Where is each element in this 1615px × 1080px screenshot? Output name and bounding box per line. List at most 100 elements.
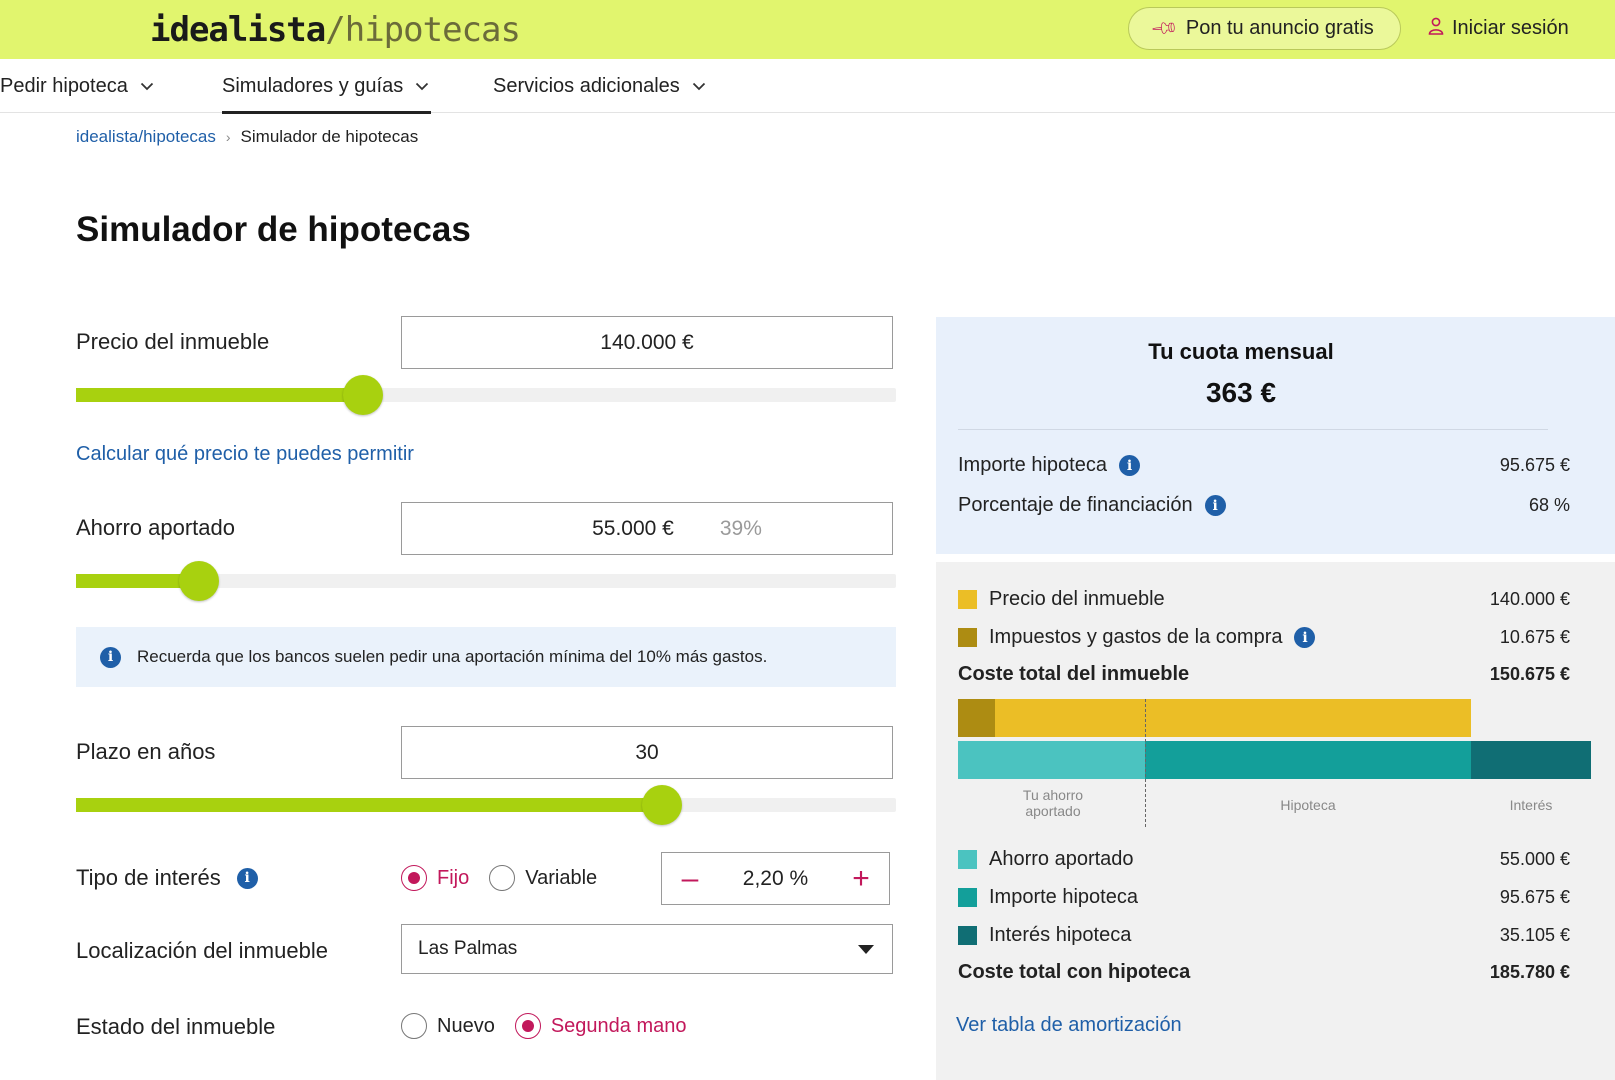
estado-label: Estado del inmueble [76, 1014, 276, 1039]
breakdown-ahorro-label: Ahorro aportado [989, 848, 1134, 870]
interest-rate-stepper: – 2,20 % + [661, 852, 890, 905]
breakdown-importe-row: Importe hipoteca 95.675 € [958, 886, 1570, 909]
nav-item-label: Simuladores y guías [222, 74, 404, 97]
chevron-down-icon [692, 78, 706, 94]
breakdown-precio-label: Precio del inmueble [989, 588, 1165, 610]
page-title: Simulador de hipotecas [76, 210, 471, 249]
breakdown-impuestos-label: Impuestos y gastos de la compra [989, 626, 1283, 648]
impuestos-swatch [958, 628, 977, 647]
interes-type-radios: Fijo Variable [401, 865, 617, 891]
logo-main: idealista [150, 10, 326, 50]
info-icon: i [100, 646, 121, 668]
bar-label-hipoteca: Hipoteca [1280, 797, 1336, 813]
nav-simuladores[interactable]: Simuladores y guías [222, 73, 432, 114]
porcentaje-row: Porcentaje de financiación i 68 % [958, 494, 1570, 517]
coste-hipoteca-row: Coste total con hipoteca 185.780 € [958, 961, 1570, 984]
cuota-value: 363 € [1205, 377, 1277, 408]
divider [958, 429, 1548, 430]
post-ad-button[interactable]: 📌︎ Pon tu anuncio gratis [1128, 7, 1401, 50]
post-ad-label: Pon tu anuncio gratis [1185, 17, 1374, 39]
interest-rate-value[interactable]: 2,20 % [743, 867, 808, 891]
breakdown-interes-label: Interés hipoteca [989, 924, 1132, 946]
plazo-value: 30 [635, 740, 659, 764]
cost-breakdown-panel: Precio del inmueble 140.000 € Impuestos … [936, 562, 1615, 1080]
radio-variable-label[interactable]: Variable [525, 867, 597, 890]
amortization-table-link[interactable]: Ver tabla de amortización [956, 1014, 1182, 1037]
info-icon[interactable]: i [1118, 455, 1140, 476]
bar-interes [1471, 741, 1591, 779]
top-bar: idealista/hipotecas 📌︎ Pon tu anuncio gr… [0, 0, 1615, 59]
breakdown-ahorro-row: Ahorro aportado 55.000 € [958, 848, 1570, 871]
logo-slash: / [325, 10, 346, 50]
nav-item-label: Pedir hipoteca [0, 74, 128, 97]
breakdown-importe-label: Importe hipoteca [989, 886, 1138, 908]
precio-label: Precio del inmueble [76, 329, 270, 354]
interes-label: Tipo de interés [76, 865, 221, 890]
ahorro-label: Ahorro aportado [76, 515, 235, 540]
precio-slider[interactable] [76, 375, 896, 415]
precio-input[interactable]: 140.000 € [401, 316, 893, 369]
breakdown-impuestos-row: Impuestos y gastos de la compra i 10.675 … [958, 626, 1570, 649]
ahorro-input[interactable]: 55.000 € 39% [401, 502, 893, 555]
cost-bar-chart: Tu ahorro aportado Hipoteca Interés [958, 699, 1591, 827]
porcentaje-label: Porcentaje de financiación [958, 494, 1193, 516]
info-icon[interactable]: i [1294, 627, 1316, 648]
info-icon[interactable]: i [1204, 495, 1226, 516]
importe-swatch [958, 888, 977, 907]
chevron-down-icon [140, 78, 154, 94]
radio-segunda-mano[interactable] [514, 1013, 541, 1039]
pin-icon: 📌︎ [1149, 13, 1180, 44]
increment-button[interactable]: + [849, 863, 873, 894]
caret-down-icon [858, 944, 874, 954]
breakdown-precio-row: Precio del inmueble 140.000 € [958, 588, 1570, 611]
slider-handle[interactable] [179, 561, 219, 601]
slider-handle[interactable] [642, 785, 682, 825]
login-label: Iniciar sesión [1452, 17, 1569, 39]
chevron-down-icon [415, 78, 429, 94]
slider-handle[interactable] [343, 375, 383, 415]
coste-hipoteca-label: Coste total con hipoteca [958, 961, 1191, 983]
plazo-input[interactable]: 30 [401, 726, 893, 779]
info-icon[interactable]: i [236, 867, 258, 889]
radio-fijo[interactable] [401, 865, 427, 891]
decrement-button[interactable]: – [678, 863, 702, 894]
localizacion-select[interactable]: Las Palmas [401, 924, 893, 974]
interes-swatch [958, 926, 977, 945]
coste-inmueble-value: 150.675 € [1489, 664, 1570, 684]
ahorro-swatch [958, 850, 977, 869]
estado-radios: Nuevo Segunda mano [401, 1013, 706, 1039]
ahorro-percent: 39% [719, 516, 762, 540]
breakdown-importe-value: 95.675 € [1499, 887, 1570, 907]
interes-label-group: Tipo de interés i [76, 865, 258, 891]
plazo-slider[interactable] [76, 785, 896, 825]
nav-servicios[interactable]: Servicios adicionales [493, 73, 706, 99]
logo[interactable]: idealista/hipotecas [150, 10, 521, 50]
radio-nuevo-label[interactable]: Nuevo [437, 1015, 495, 1038]
slider-fill [76, 388, 363, 402]
nav-pedir-hipoteca[interactable]: Pedir hipoteca [0, 73, 154, 99]
bar-label-interes: Interés [1509, 797, 1553, 813]
bar-impuestos [958, 699, 995, 737]
breadcrumb: idealista/hipotecas › Simulador de hipot… [76, 127, 418, 147]
breadcrumb-home-link[interactable]: idealista/hipotecas [76, 127, 216, 147]
breakdown-precio-value: 140.000 € [1489, 589, 1570, 609]
ahorro-slider[interactable] [76, 561, 896, 601]
radio-variable[interactable] [489, 865, 516, 891]
localizacion-value: Las Palmas [418, 938, 518, 959]
importe-label: Importe hipoteca [958, 454, 1107, 476]
main-nav: Pedir hipoteca Simuladores y guías Servi… [0, 59, 1615, 114]
radio-segunda-mano-label[interactable]: Segunda mano [551, 1015, 687, 1038]
radio-nuevo[interactable] [401, 1013, 427, 1039]
plazo-label: Plazo en años [76, 739, 216, 764]
coste-hipoteca-value: 185.780 € [1489, 962, 1570, 982]
localizacion-label: Localización del inmueble [76, 938, 328, 963]
ahorro-value: 55.000 € [592, 516, 674, 540]
radio-fijo-label[interactable]: Fijo [437, 867, 469, 890]
calc-price-link[interactable]: Calcular qué precio te puedes permitir [76, 443, 414, 466]
breadcrumb-current: Simulador de hipotecas [240, 127, 419, 146]
login-button[interactable]: Iniciar sesión [1428, 17, 1569, 40]
nav-item-label: Servicios adicionales [493, 74, 680, 97]
precio-swatch [958, 590, 977, 609]
bar-divider [1145, 699, 1146, 827]
breakdown-impuestos-value: 10.675 € [1499, 627, 1570, 647]
